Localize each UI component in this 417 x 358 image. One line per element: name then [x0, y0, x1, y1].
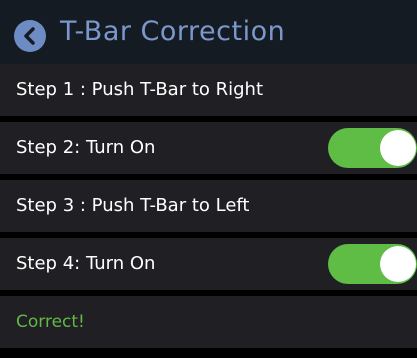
- step-label: Step 2: Turn On: [16, 137, 156, 158]
- step-row-4: Step 4: Turn On: [0, 238, 417, 290]
- page-title: T-Bar Correction: [60, 16, 286, 47]
- step-label: Step 3 : Push T-Bar to Left: [16, 195, 250, 216]
- step-label: Step 4: Turn On: [16, 253, 156, 274]
- status-row: Correct!: [0, 296, 417, 348]
- status-text: Correct!: [16, 312, 85, 332]
- step-row-1: Step 1 : Push T-Bar to Right: [0, 64, 417, 116]
- toggle-knob: [380, 130, 416, 166]
- t-bar-correction-screen: T-Bar Correction Step 1 : Push T-Bar to …: [0, 0, 417, 358]
- step-label: Step 1 : Push T-Bar to Right: [16, 79, 264, 100]
- turn-on-toggle-step-2[interactable]: [328, 128, 417, 168]
- chevron-left-icon: [24, 27, 35, 45]
- turn-on-toggle-step-4[interactable]: [328, 244, 417, 284]
- toggle-knob: [380, 246, 416, 282]
- step-row-2: Step 2: Turn On: [0, 122, 417, 174]
- back-button[interactable]: [14, 20, 46, 52]
- header-bar: T-Bar Correction: [0, 0, 417, 64]
- step-row-3: Step 3 : Push T-Bar to Left: [0, 180, 417, 232]
